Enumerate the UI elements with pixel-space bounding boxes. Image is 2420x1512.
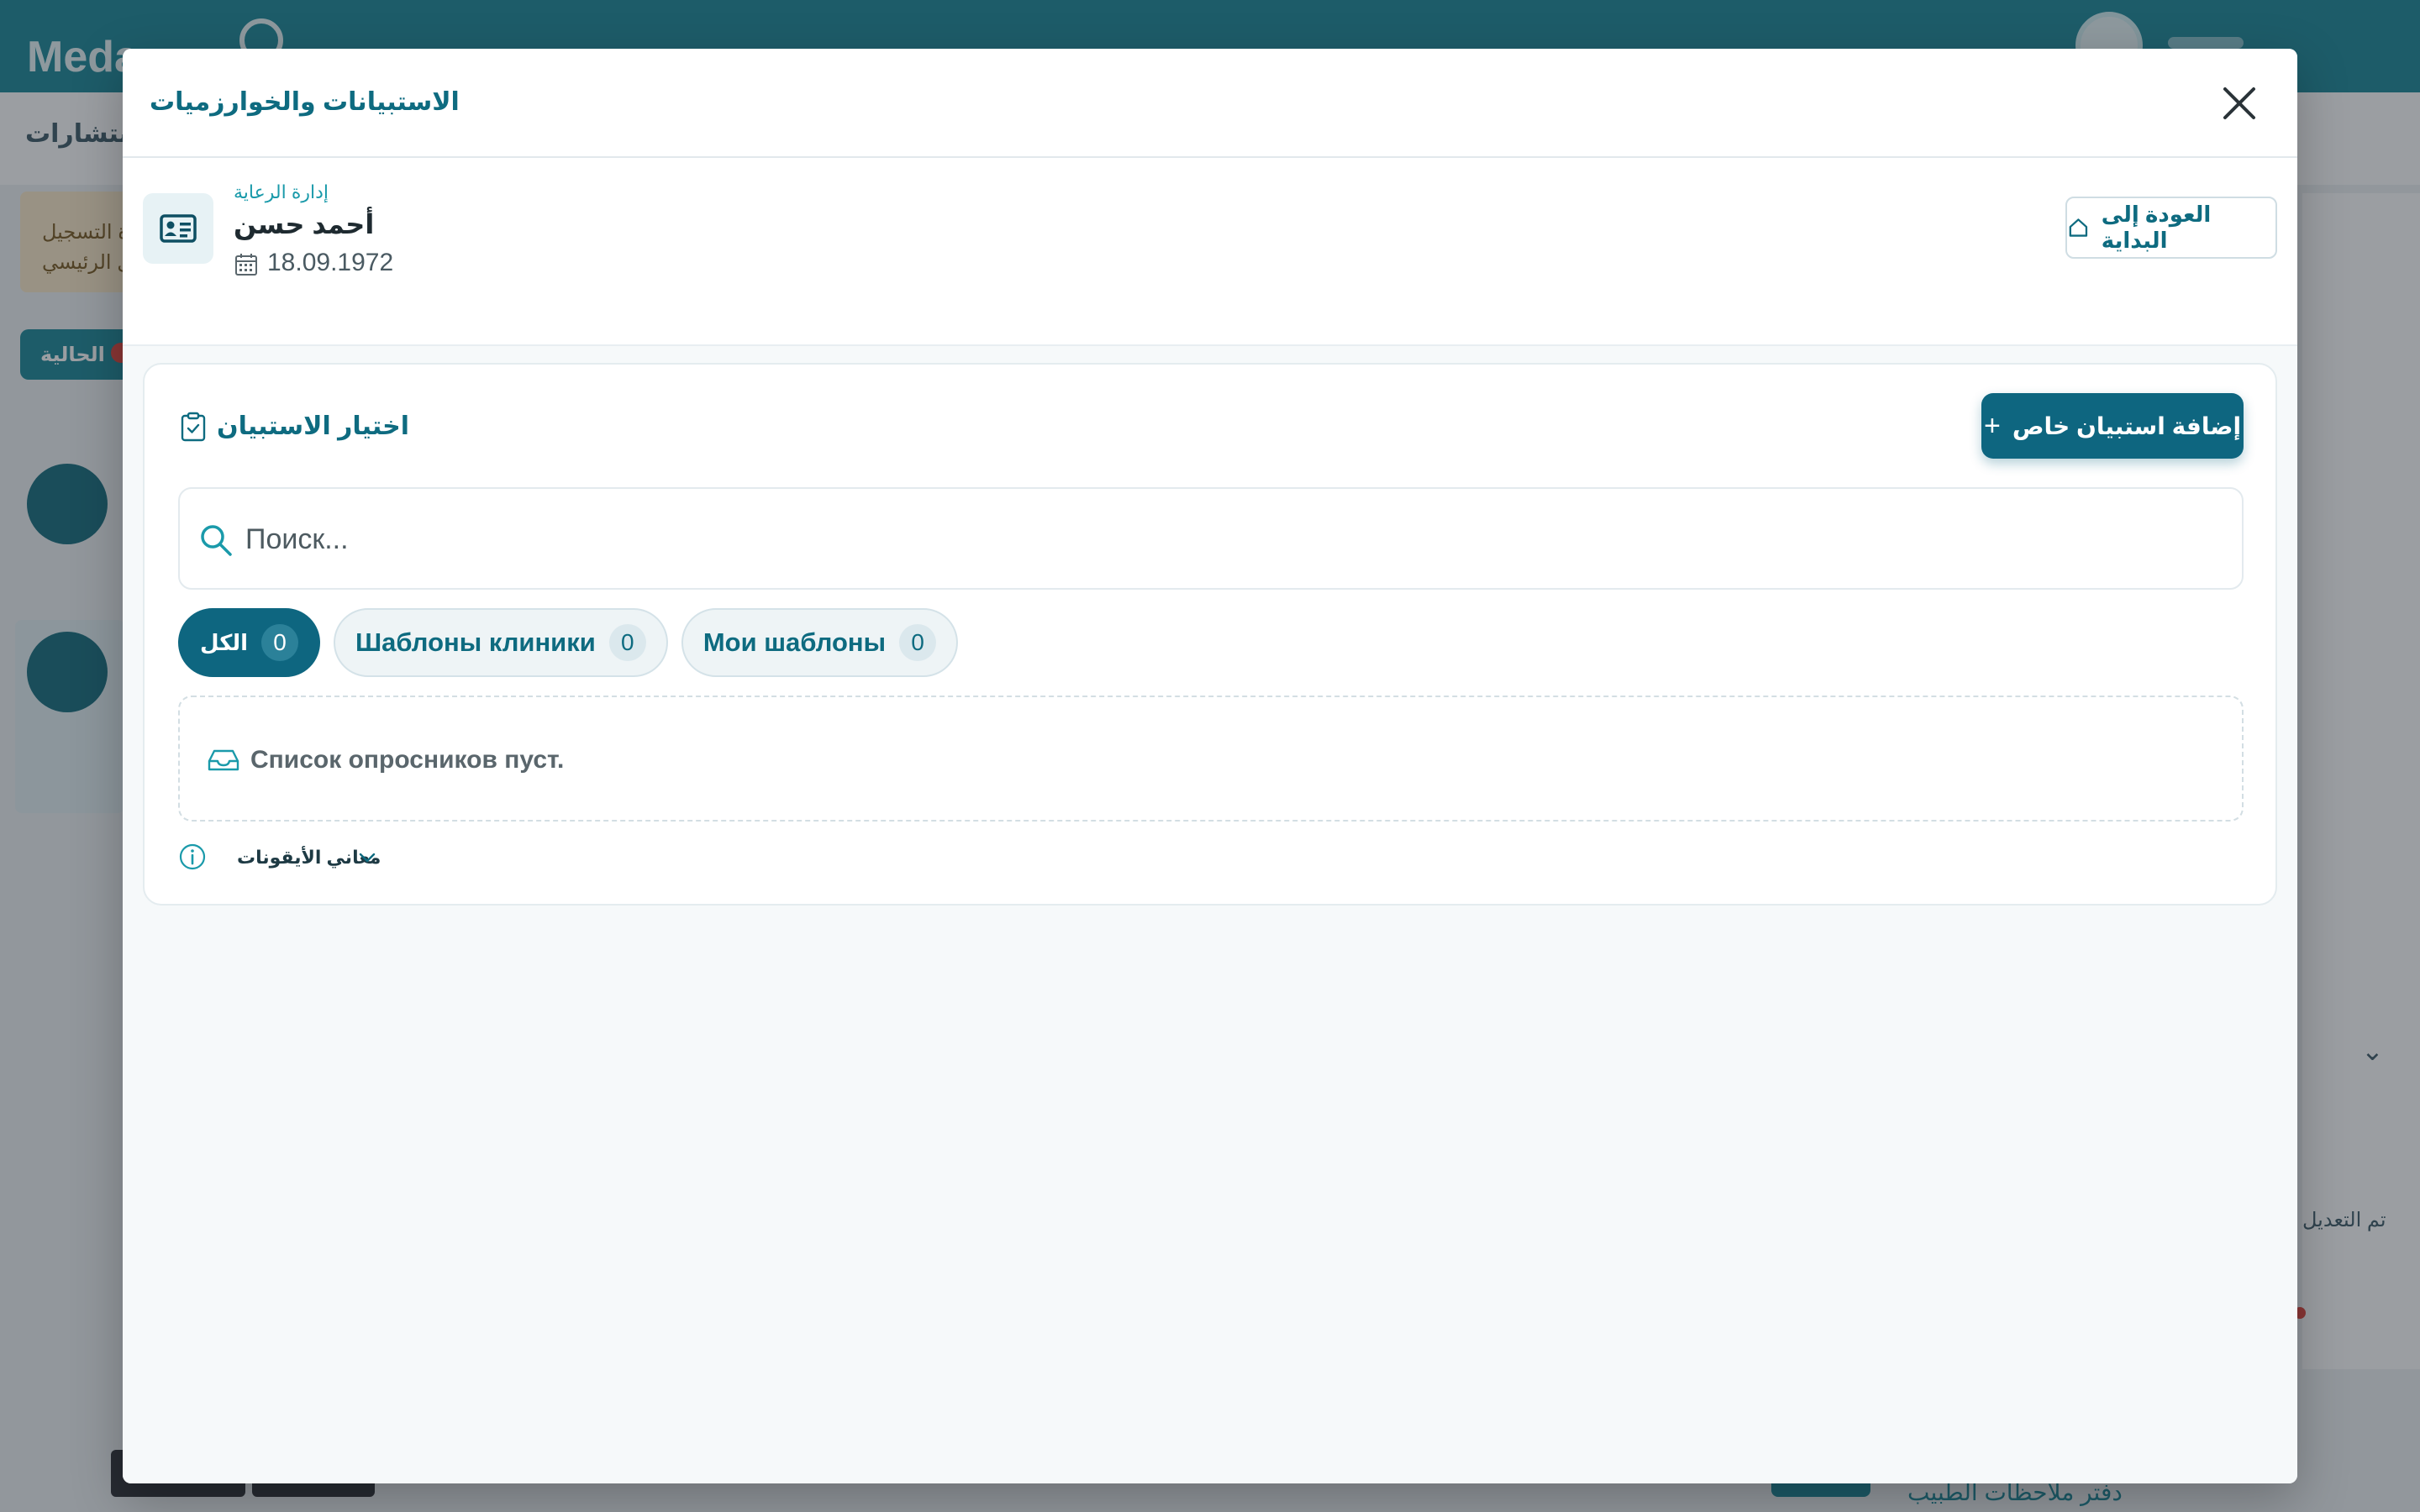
filter-tab-all[interactable]: الكل 0 [178, 608, 321, 677]
filter-tab-count: 0 [608, 624, 646, 661]
filter-tab-count: 0 [899, 624, 937, 661]
home-icon [2069, 218, 2088, 237]
search-box [178, 487, 2244, 590]
questionnaire-selection-title: اختيار الاستبيان [217, 412, 409, 440]
icon-legend-toggle[interactable]: معاني الأيقونات [178, 840, 381, 874]
modal-title: الاستبيانات والخوارزميات [150, 88, 460, 116]
patient-department: إدارة الرعاية [234, 181, 329, 202]
filter-tab-count: 0 [261, 624, 299, 661]
clipboard-check-icon [181, 412, 206, 442]
plus-icon: + [1983, 410, 2001, 442]
filter-tab-label: Шаблоны клиники [355, 627, 596, 657]
questionnaire-panel: اختيار الاستبيان + إضافة استبيان خاص الك… [143, 363, 2277, 906]
empty-state-text: Список опросников пуст. [250, 746, 565, 774]
close-button[interactable] [2217, 81, 2262, 126]
info-icon [179, 843, 206, 870]
filter-tabs: الكل 0 Шаблоны клиники 0 Мои шаблоны 0 [178, 608, 959, 677]
id-card-icon [143, 193, 213, 264]
modal-header: الاستبيانات والخوارزميات [123, 49, 2297, 158]
patient-dob: 18.09.1972 [267, 249, 394, 276]
patient-info-bar: إدارة الرعاية أحمد حسن 18.09.1972 العودة… [123, 160, 2297, 346]
filter-tab-label: Мои шаблоны [702, 627, 886, 657]
calendar-icon [235, 254, 257, 276]
close-icon [2223, 87, 2255, 119]
patient-name: أحمد حسن [234, 209, 375, 239]
search-input[interactable] [245, 512, 2212, 566]
filter-tab-clinic-templates[interactable]: Шаблоны клиники 0 [334, 608, 668, 677]
back-to-start-label: العودة إلى البداية [2101, 202, 2212, 253]
inbox-icon [208, 749, 239, 771]
filter-tab-label: الكل [200, 629, 249, 655]
chevron-down-icon [359, 853, 376, 863]
add-custom-questionnaire-button[interactable]: + إضافة استبيان خاص [1981, 393, 2244, 459]
search-icon [201, 525, 232, 556]
filter-tab-my-templates[interactable]: Мои шаблоны 0 [681, 608, 959, 677]
add-custom-questionnaire-label: إضافة استبيان خاص [2012, 412, 2242, 439]
modal-body: اختيار الاستبيان + إضافة استبيان خاص الك… [123, 346, 2297, 1483]
back-to-start-button[interactable]: العودة إلى البداية [2065, 197, 2277, 259]
questionnaires-modal: الاستبيانات والخوارزميات إدارة الرعاية أ… [123, 49, 2297, 1483]
empty-state: Список опросников пуст. [178, 696, 2244, 822]
